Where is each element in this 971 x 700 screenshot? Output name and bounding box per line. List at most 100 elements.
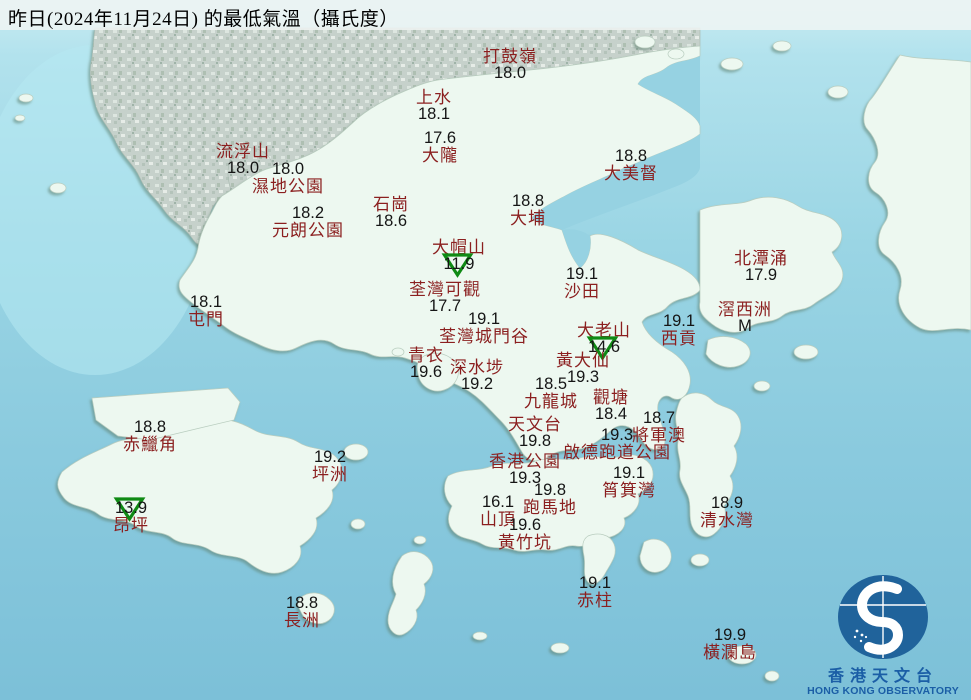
station-name: 黃竹坑 — [498, 533, 552, 552]
station-name: 大隴 — [422, 146, 458, 165]
station-value: 19.1 — [661, 313, 697, 330]
station-value: 18.0 — [483, 65, 537, 82]
station-name: 筲箕灣 — [602, 481, 656, 500]
map-title: 昨日(2024年11月24日) 的最低氣溫（攝氏度） — [8, 9, 399, 30]
station-name: 清水灣 — [700, 511, 754, 530]
station-temperature: 18.8 — [614, 147, 648, 165]
station: 19.1 筲箕灣 — [602, 465, 656, 500]
station: 18.1 屯門 — [188, 293, 224, 329]
station: 深水埗 19.2 — [450, 359, 504, 393]
station-temperature: 18.1 — [189, 293, 223, 311]
station-value: 19.1 — [602, 465, 656, 482]
station-name: 跑馬地 — [523, 498, 577, 517]
station-name: 石崗 — [373, 195, 409, 214]
station-value: 18.7 — [632, 410, 686, 427]
station-value: 18.8 — [510, 193, 546, 210]
station: 19.6 黃竹坑 — [498, 517, 552, 552]
station-temperature: 19.8 — [518, 432, 552, 450]
station-name: 香港公園 — [489, 452, 561, 471]
station-temperature: 18.0 — [493, 64, 527, 82]
station: 19.1 沙田 — [564, 266, 600, 301]
station: 18.5 九龍城 — [524, 376, 578, 411]
station-temperature: 18.0 — [271, 160, 305, 178]
station-temperature: 19.2 — [313, 448, 347, 466]
station-temperature: 18.1 — [417, 105, 451, 123]
station-value: M — [718, 318, 772, 335]
station-value: 18.5 — [524, 376, 578, 393]
station-temperature: M — [738, 317, 752, 335]
station-value: 18.4 — [593, 406, 629, 423]
station-temperature: 11.9 — [443, 255, 475, 273]
station-value: 19.6 — [498, 517, 552, 534]
station-value: 16.1 — [480, 494, 516, 511]
station-name: 荃灣城門谷 — [439, 327, 529, 346]
station-temperature: 18.6 — [374, 212, 408, 230]
station: 18.8 大美督 — [604, 147, 658, 183]
station-temperature: 19.1 — [565, 265, 599, 283]
hko-logo-icon — [838, 575, 928, 659]
station-name: 深水埗 — [450, 358, 504, 377]
station-value: 18.9 — [700, 495, 754, 512]
station-name: 流浮山 — [216, 142, 270, 161]
station-name: 赤鱲角 — [123, 435, 177, 454]
station-name: 屯門 — [188, 310, 224, 329]
station-temperature: 19.1 — [662, 312, 696, 330]
station-name: 大美督 — [604, 164, 658, 183]
station-value: 18.2 — [272, 205, 344, 222]
station-temperature: 19.6 — [508, 516, 542, 534]
station: 天文台 19.8 — [508, 416, 562, 450]
station-value: 19.2 — [450, 376, 504, 393]
station-value: 19.1 — [439, 311, 529, 328]
station-value: 18.8 — [284, 595, 320, 612]
station-temperature: 13.9 — [114, 499, 148, 517]
station-value: 11.9 — [432, 253, 486, 278]
station-temperature: 18.5 — [534, 375, 568, 393]
station: 19.9 橫瀾島 — [703, 627, 757, 662]
station-name: 天文台 — [508, 415, 562, 434]
station: 19.3 啟德跑道公園 — [563, 427, 671, 462]
station-name: 濕地公園 — [252, 177, 324, 196]
station-value: 19.1 — [564, 266, 600, 283]
station-temperature: 19.6 — [409, 363, 443, 381]
station-value: 18.6 — [373, 213, 409, 230]
station-temperature: 18.9 — [710, 494, 744, 512]
station: 19.8 跑馬地 — [523, 481, 577, 517]
station: 13.9 昂坪 — [113, 497, 149, 534]
station-temperature: 18.4 — [594, 405, 628, 423]
station: 19.1 西貢 — [661, 313, 697, 348]
station: 石崗 18.6 — [373, 196, 409, 230]
station: 18.8 大埔 — [510, 193, 546, 228]
station: 19.1 赤柱 — [577, 575, 613, 610]
station-name: 上水 — [416, 88, 452, 107]
station-value: 18.1 — [416, 106, 452, 123]
station: 18.9 清水灣 — [700, 495, 754, 530]
station-value: 19.1 — [577, 575, 613, 592]
station-value: 17.6 — [422, 130, 458, 147]
station-name: 荃灣可觀 — [409, 280, 481, 299]
station-name: 坪洲 — [312, 465, 348, 484]
station-name: 啟德跑道公園 — [563, 443, 671, 462]
station-temperature: 19.2 — [460, 375, 494, 393]
station-temperature: 18.8 — [511, 192, 545, 210]
station: 滘西洲 M — [718, 301, 772, 335]
station-temperature: 18.2 — [291, 204, 325, 222]
station-name: 滘西洲 — [718, 300, 772, 319]
station-name: 打鼓嶺 — [483, 47, 537, 66]
hko-logo-chinese: 香港天文台 — [827, 668, 938, 685]
hko-logo-english: HONG KONG OBSERVATORY — [807, 685, 959, 697]
station-value: 19.9 — [703, 627, 757, 644]
station-name: 大埔 — [510, 209, 546, 228]
station-value: 13.9 — [113, 497, 149, 522]
station: 18.8 赤鱲角 — [123, 419, 177, 454]
station-name: 北潭涌 — [734, 249, 788, 268]
station-temperature: 19.8 — [533, 481, 567, 499]
station: 打鼓嶺 18.0 — [483, 48, 537, 82]
station-name: 黃大仙 — [556, 351, 610, 370]
station: 18.0 濕地公園 — [252, 160, 324, 196]
hko-logo: 香港天文台 HONG KONG OBSERVATORY — [803, 573, 963, 698]
station-name: 青衣 — [408, 346, 444, 365]
weather-map-screen: 昨日(2024年11月24日) 的最低氣溫（攝氏度） 打鼓嶺 18.0 上水 18.1… — [0, 0, 971, 700]
station-temperature: 18.8 — [285, 594, 319, 612]
station: 北潭涌 17.9 — [734, 250, 788, 284]
station-name: 西貢 — [661, 329, 697, 348]
